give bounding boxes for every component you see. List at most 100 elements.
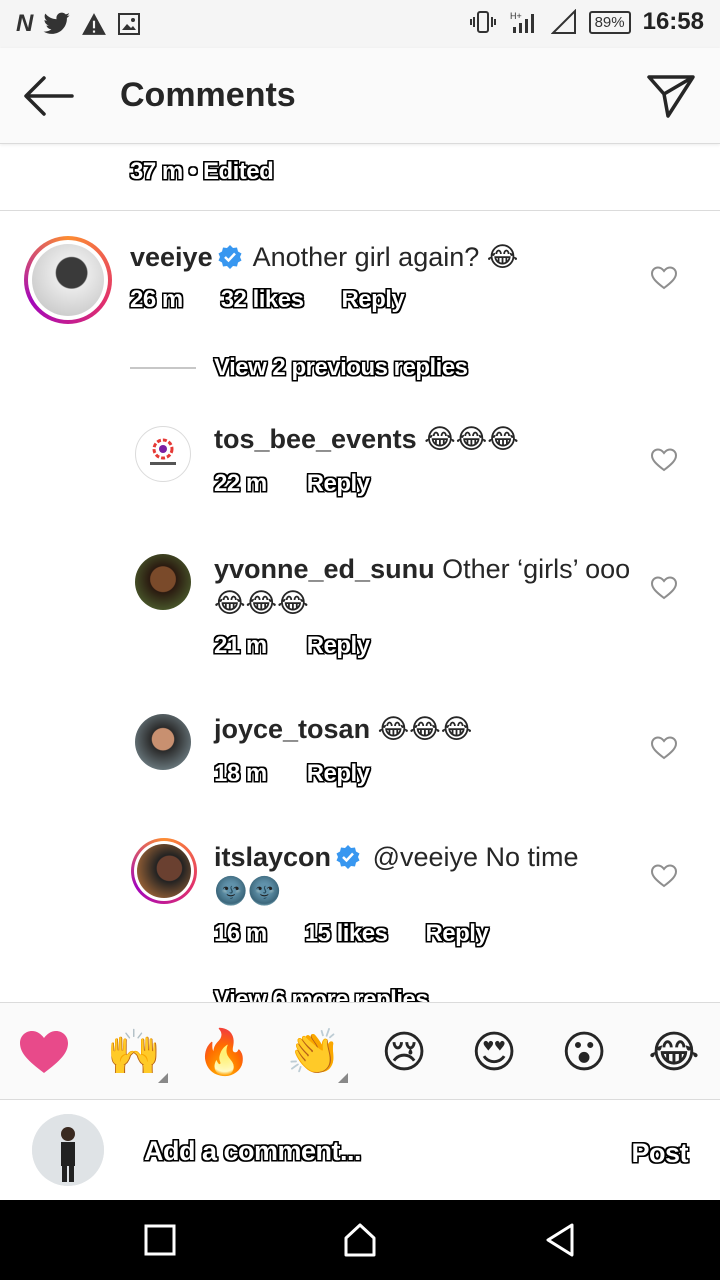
reply-button[interactable]: Reply	[307, 632, 370, 660]
comment-time: 21 m	[214, 632, 267, 659]
notification-icons: N	[16, 10, 141, 38]
avatar[interactable]	[135, 554, 191, 610]
clapping-emoji-button[interactable]: 👏	[286, 1025, 348, 1083]
reply-button[interactable]: Reply	[307, 760, 370, 788]
reply-button[interactable]: Reply	[307, 470, 370, 498]
avatar[interactable]	[131, 838, 197, 904]
skin-tone-indicator	[338, 1073, 348, 1083]
warning-icon	[82, 13, 107, 35]
heart-emoji-button[interactable]	[16, 1025, 72, 1081]
comment-line-continued: 😂😂😂	[214, 586, 309, 620]
system-status: H+ 89% 16:58	[469, 8, 704, 36]
clock: 16:58	[642, 8, 704, 35]
fire-icon: 🔥	[196, 1028, 252, 1077]
comment-emoji: 😂😂😂	[424, 424, 519, 454]
twitter-icon	[43, 12, 71, 34]
like-heart-icon[interactable]	[651, 448, 677, 472]
comment-likes[interactable]: 15 likes	[305, 920, 388, 948]
comment-line: tos_bee_events 😂😂😂	[214, 422, 519, 456]
comment-time: 16 m	[214, 920, 267, 947]
fire-emoji-button[interactable]: 🔥	[196, 1025, 252, 1081]
crying-emoji-button[interactable]: 😢	[376, 1025, 432, 1081]
comment-meta: 21 m Reply	[214, 632, 370, 660]
back-nav-icon[interactable]	[540, 1220, 580, 1260]
reply-comment: itslaycon @veeiye No time 🌚🌚 16 m 15 lik…	[0, 830, 720, 960]
comment-username[interactable]: itslaycon	[214, 842, 331, 872]
laughing-emoji-button[interactable]: 😂	[646, 1025, 702, 1081]
divider	[130, 367, 196, 369]
comment-text: @veeiye No time	[372, 842, 579, 872]
comment-emoji: 😂	[486, 242, 519, 272]
comment-time: 18 m	[214, 760, 267, 787]
surprised-emoji-button[interactable]: 😮	[556, 1025, 612, 1081]
add-comment-input[interactable]: Add a comment...	[144, 1136, 362, 1167]
comment-emoji: 🌚🌚	[214, 876, 282, 906]
reply-button[interactable]: Reply	[341, 286, 404, 314]
view-previous-replies[interactable]: View 2 previous replies	[130, 354, 468, 382]
my-avatar	[32, 1114, 104, 1186]
system-nav-bar	[0, 1200, 720, 1280]
comment-text: Other ‘girls’ ooo	[442, 554, 631, 584]
raised-hands-emoji-button[interactable]: 🙌	[106, 1025, 168, 1083]
vibrate-icon	[469, 11, 496, 33]
comments-list[interactable]: 37 m • Edited veeiye Another girl again?…	[0, 144, 720, 1002]
direct-message-icon[interactable]	[646, 72, 696, 120]
event-logo-icon	[150, 438, 176, 465]
avatar[interactable]	[24, 236, 112, 324]
comment-meta: 26 m 32 likes Reply	[130, 286, 405, 314]
like-heart-icon[interactable]	[651, 736, 677, 760]
view-previous-replies-label[interactable]: View 2 previous replies	[214, 354, 468, 382]
comment-line: veeiye Another girl again? 😂	[130, 240, 518, 274]
comment-username[interactable]: joyce_tosan	[214, 714, 370, 744]
like-heart-icon[interactable]	[651, 266, 677, 290]
clapping-hands-icon: 👏	[286, 1028, 342, 1077]
comment-composer: Add a comment... Post	[0, 1100, 720, 1200]
comment-username[interactable]: yvonne_ed_sunu	[214, 554, 435, 584]
news-app-icon: N	[16, 10, 34, 37]
comment-meta: 18 m Reply	[214, 760, 370, 788]
heart-eyes-emoji-button[interactable]: 😍	[466, 1025, 522, 1081]
person-icon	[32, 1114, 104, 1186]
verified-badge-icon	[336, 845, 360, 869]
comment-emoji: 😂😂😂	[214, 588, 309, 618]
view-more-replies[interactable]: View 6 more replies	[214, 986, 429, 1002]
skin-tone-indicator	[158, 1073, 168, 1083]
comment-time: 22 m	[214, 470, 267, 497]
verified-badge-icon	[218, 245, 242, 269]
comment-time: 26 m	[130, 286, 183, 313]
comments-header: Comments	[0, 48, 720, 144]
comment-line: joyce_tosan 😂😂😂	[214, 712, 472, 746]
heart-icon	[20, 1031, 68, 1073]
back-arrow-icon[interactable]	[22, 74, 74, 118]
comment-line: yvonne_ed_sunu Other ‘girls’ ooo	[214, 552, 630, 586]
comment-username[interactable]: veeiye	[130, 242, 213, 272]
comment-line: itslaycon @veeiye No time	[214, 840, 579, 874]
reply-comment: tos_bee_events 😂😂😂 22 m Reply	[0, 414, 720, 514]
avatar[interactable]	[135, 426, 191, 482]
like-heart-icon[interactable]	[651, 864, 677, 888]
heart-eyes-icon: 😍	[471, 1028, 517, 1077]
avatar[interactable]	[135, 714, 191, 770]
post-button[interactable]: Post	[631, 1138, 688, 1169]
previous-comment-meta: 37 m • Edited	[130, 158, 274, 185]
comment-likes[interactable]: 32 likes	[221, 286, 304, 314]
reply-comment: yvonne_ed_sunu Other ‘girls’ ooo 😂😂😂 21 …	[0, 542, 720, 672]
signal-icon	[550, 9, 576, 34]
home-icon[interactable]	[340, 1220, 380, 1260]
comment-text: Another girl again?	[252, 242, 480, 272]
like-heart-icon[interactable]	[651, 576, 677, 600]
main-comment: veeiye Another girl again? 😂 26 m 32 lik…	[0, 224, 720, 334]
tears-of-joy-icon: 😂	[648, 1028, 700, 1077]
comment-meta: 16 m 15 likes Reply	[214, 920, 489, 948]
comment-meta: 22 m Reply	[214, 470, 370, 498]
page-title: Comments	[120, 76, 296, 114]
comment-line-continued: 🌚🌚	[214, 874, 281, 908]
battery-indicator: 89%	[588, 10, 631, 34]
comment-username[interactable]: tos_bee_events	[214, 424, 417, 454]
svg-text:H+: H+	[510, 11, 522, 21]
reply-button[interactable]: Reply	[425, 920, 488, 948]
recent-apps-icon[interactable]	[140, 1220, 180, 1260]
raised-hands-icon: 🙌	[106, 1028, 162, 1077]
signal-h-icon: H+	[510, 11, 534, 33]
reply-comment: joyce_tosan 😂😂😂 18 m Reply	[0, 702, 720, 802]
